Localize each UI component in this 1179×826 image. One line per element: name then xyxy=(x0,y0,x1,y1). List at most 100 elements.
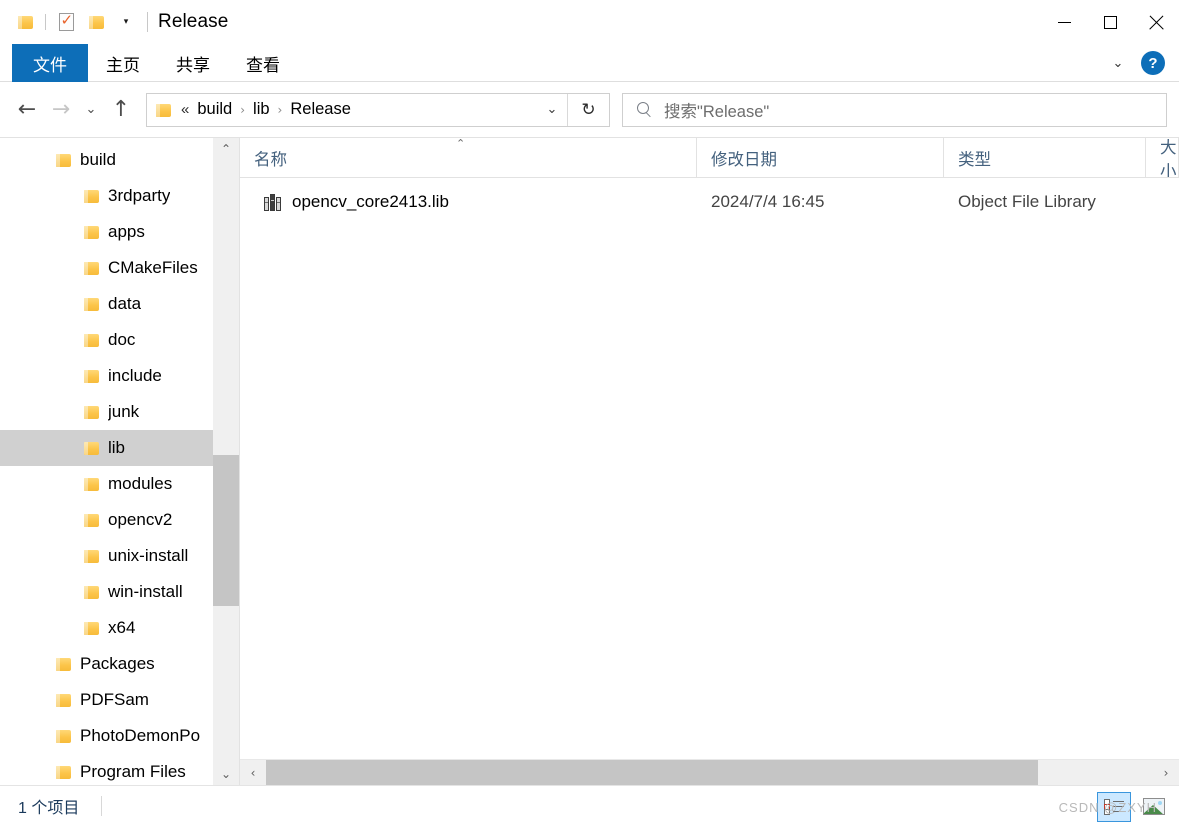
column-header-date[interactable]: 修改日期 xyxy=(697,138,944,177)
status-bar: 1 个项目 CSDN @ZXYH xyxy=(0,785,1179,826)
close-button[interactable] xyxy=(1133,0,1179,44)
sidebar-item-build[interactable]: build xyxy=(0,142,239,178)
column-header-type-label: 类型 xyxy=(958,150,991,169)
search-placeholder: 搜索"Release" xyxy=(664,102,770,121)
breadcrumb-item-release[interactable]: Release xyxy=(286,98,355,121)
refresh-icon[interactable]: ↻ xyxy=(567,93,609,126)
sidebar-item-label: Packages xyxy=(80,654,155,673)
window-controls xyxy=(1041,0,1179,44)
breadcrumb-separator-2[interactable]: › xyxy=(274,103,287,117)
breadcrumb-item-lib[interactable]: lib xyxy=(249,98,274,121)
file-date-cell: 2024/7/4 16:45 xyxy=(711,192,825,211)
scroll-left-button[interactable]: ‹ xyxy=(240,760,266,785)
folder-icon xyxy=(84,297,99,311)
sidebar-item-doc[interactable]: doc xyxy=(0,322,239,358)
sidebar-item-cmakefiles[interactable]: CMakeFiles xyxy=(0,250,239,286)
sidebar-item-data[interactable]: data xyxy=(0,286,239,322)
sidebar-item-label: Program Files xyxy=(80,762,186,781)
sidebar-item-packages[interactable]: Packages xyxy=(0,646,239,682)
address-bar[interactable]: « build › lib › Release ⌄ ↻ xyxy=(146,92,610,127)
properties-icon[interactable] xyxy=(51,7,81,37)
new-folder-icon[interactable] xyxy=(81,7,111,37)
file-type-cell: Object File Library xyxy=(958,192,1096,211)
up-button[interactable]: ↑ xyxy=(104,93,138,127)
sidebar-item-opencv2[interactable]: opencv2 xyxy=(0,502,239,538)
scroll-up-button[interactable]: ⌃ xyxy=(213,138,239,160)
column-header-name[interactable]: 名称 ⌃ xyxy=(240,138,697,177)
item-count-label: 1 个项目 xyxy=(18,800,80,817)
file-list-pane: 名称 ⌃ 修改日期 类型 大小 opencv_core2413.lib 2024/… xyxy=(240,138,1179,785)
breadcrumb-overflow[interactable]: « xyxy=(179,99,193,120)
file-list: opencv_core2413.lib 2024/7/4 16:45 Object … xyxy=(240,178,1179,759)
folder-icon xyxy=(84,261,99,275)
breadcrumb: « build › lib › Release xyxy=(179,98,537,121)
scroll-right-button[interactable]: › xyxy=(1153,760,1179,785)
folder-icon xyxy=(56,153,71,167)
object-file-library-icon xyxy=(264,193,283,211)
scrollbar-track[interactable] xyxy=(213,160,239,763)
sidebar-item-3rdparty[interactable]: 3rdparty xyxy=(0,178,239,214)
sidebar-item-label: lib xyxy=(108,438,126,457)
tab-home[interactable]: 主页 xyxy=(88,44,158,82)
search-icon xyxy=(637,102,652,117)
large-icons-view-icon xyxy=(1143,798,1165,815)
breadcrumb-separator-1[interactable]: › xyxy=(236,103,249,117)
file-list-horizontal-scrollbar[interactable]: ‹ › xyxy=(240,759,1179,785)
column-header-size-label: 大小 xyxy=(1160,138,1177,178)
sidebar-item-include[interactable]: include xyxy=(0,358,239,394)
folder-icon xyxy=(56,729,71,743)
sidebar-item-win-install[interactable]: win-install xyxy=(0,574,239,610)
table-row[interactable]: opencv_core2413.lib 2024/7/4 16:45 Object … xyxy=(240,182,1179,222)
navigation-pane-scrollbar[interactable]: ⌃ ⌄ xyxy=(213,138,239,785)
sidebar-item-label: x64 xyxy=(108,618,136,637)
folder-icon xyxy=(84,621,99,635)
column-header-size[interactable]: 大小 xyxy=(1146,138,1179,177)
sidebar-item-label: 3rdparty xyxy=(108,186,171,205)
tab-view[interactable]: 查看 xyxy=(228,44,298,82)
sidebar-item-apps[interactable]: apps xyxy=(0,214,239,250)
breadcrumb-item-build[interactable]: build xyxy=(193,98,236,121)
folder-icon xyxy=(84,405,99,419)
column-header-row: 名称 ⌃ 修改日期 类型 大小 xyxy=(240,138,1179,178)
folder-icon xyxy=(56,693,71,707)
sidebar-item-photodemonpo[interactable]: PhotoDemonPo xyxy=(0,718,239,754)
address-dropdown-chevron-down-icon[interactable]: ⌄ xyxy=(537,94,567,126)
chevron-down-icon[interactable]: ▾ xyxy=(111,7,141,37)
sidebar-item-unix-install[interactable]: unix-install xyxy=(0,538,239,574)
hscrollbar-track[interactable] xyxy=(266,760,1153,785)
folder-icon xyxy=(84,369,99,383)
folder-icon xyxy=(84,513,99,527)
minimize-button[interactable] xyxy=(1041,0,1087,44)
large-icons-view-button[interactable] xyxy=(1137,792,1171,822)
recent-locations-chevron-down-icon[interactable]: ⌄ xyxy=(78,93,104,127)
folder-icon xyxy=(84,225,99,239)
sidebar-item-label: include xyxy=(108,366,162,385)
sidebar-item-modules[interactable]: modules xyxy=(0,466,239,502)
folder-icon xyxy=(84,585,99,599)
forward-button[interactable]: → xyxy=(44,93,78,127)
back-button[interactable]: ← xyxy=(10,93,44,127)
search-input[interactable]: 搜索"Release" xyxy=(622,92,1167,127)
maximize-button[interactable] xyxy=(1087,0,1133,44)
sidebar-item-program-files[interactable]: Program Files xyxy=(0,754,239,785)
sidebar-item-label: CMakeFiles xyxy=(108,258,198,277)
folder-icon[interactable] xyxy=(10,7,40,37)
sidebar-item-pdfsam[interactable]: PDFSam xyxy=(0,682,239,718)
sidebar-item-label: opencv2 xyxy=(108,510,173,529)
navigation-pane: build 3rdparty apps CMakeFiles data doc includ… xyxy=(0,138,240,785)
folder-icon xyxy=(84,333,99,347)
help-icon[interactable]: ? xyxy=(1141,51,1165,75)
scrollbar-thumb[interactable] xyxy=(213,455,239,607)
sidebar-item-lib[interactable]: lib xyxy=(0,430,239,466)
details-view-button[interactable] xyxy=(1097,791,1131,822)
expand-ribbon-chevron-down-icon[interactable]: ⌄ xyxy=(1105,50,1131,76)
tab-share[interactable]: 共享 xyxy=(158,44,228,82)
scroll-down-button[interactable]: ⌄ xyxy=(213,763,239,785)
hscrollbar-thumb[interactable] xyxy=(266,760,1038,785)
sidebar-item-x64[interactable]: x64 xyxy=(0,610,239,646)
column-header-name-label: 名称 xyxy=(254,150,287,169)
column-header-type[interactable]: 类型 xyxy=(944,138,1146,177)
ribbon-tab-bar: 文件 主页 共享 查看 ⌄ ? xyxy=(0,44,1179,82)
tab-file[interactable]: 文件 xyxy=(12,44,88,82)
sidebar-item-junk[interactable]: junk xyxy=(0,394,239,430)
